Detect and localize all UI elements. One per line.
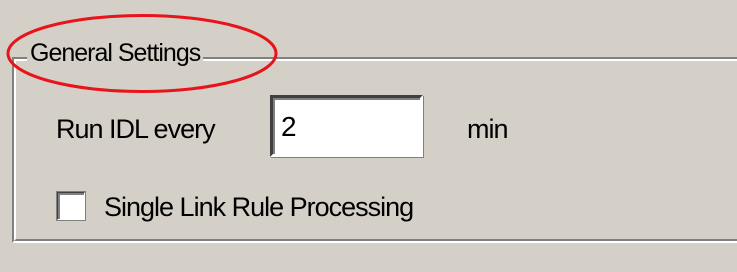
single-link-rule-checkbox[interactable] [56, 191, 86, 221]
single-link-rule-label[interactable]: Single Link Rule Processing [104, 189, 414, 225]
run-idl-label: Run IDL every [56, 114, 216, 144]
settings-dialog: { "general_settings": { "title": "Genera… [0, 0, 737, 272]
group-title: General Settings [27, 36, 204, 70]
run-interval-input[interactable] [270, 95, 423, 157]
interval-unit-label: min [467, 114, 509, 144]
